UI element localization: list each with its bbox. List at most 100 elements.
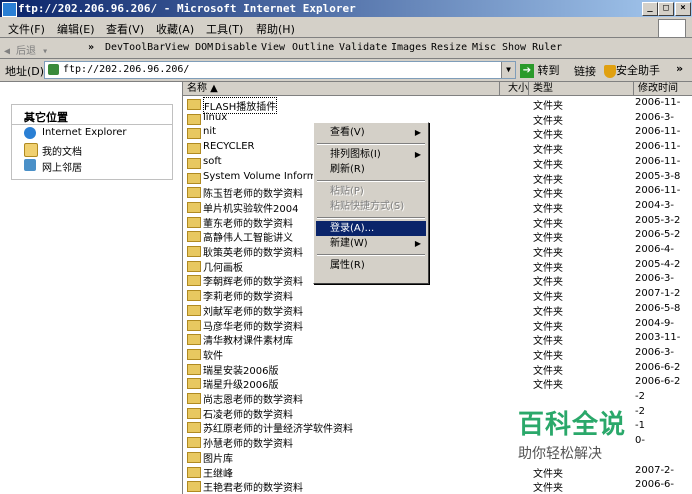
folder-icon	[187, 363, 201, 375]
file-type: 文件夹	[533, 483, 563, 494]
tb-disable[interactable]: Disable	[215, 42, 257, 53]
table-row[interactable]: 马彦华老师的数学资料 文件夹 2004-9-	[183, 317, 692, 333]
place-network[interactable]: 网上邻居	[12, 157, 172, 174]
address-chevron-icon[interactable]: »	[676, 62, 683, 75]
context-menu-label: 粘贴(P)	[330, 186, 364, 197]
other-places-panel: 其它位置 ︽ Internet Explorer 我的文档 网上邻居	[11, 104, 173, 180]
tb-resize[interactable]: Resize	[431, 42, 467, 53]
security-helper-button[interactable]: 安全助手	[604, 62, 660, 78]
table-row[interactable]: 王继峰 文件夹 2007-2-	[183, 464, 692, 480]
menu-view[interactable]: 查看(V)	[106, 21, 144, 37]
table-row[interactable]: System Volume Informa 文件夹 2005-3-8	[183, 170, 692, 186]
table-row[interactable]: 李莉老师的数学资料 文件夹 2007-1-2	[183, 287, 692, 303]
table-row[interactable]: RECYCLER 文件夹 2006-11-	[183, 140, 692, 156]
context-menu-label: 排列图标(I)	[330, 149, 381, 160]
place-my-documents[interactable]: 我的文档	[12, 141, 172, 158]
table-row[interactable]: soft 文件夹 2006-11-	[183, 155, 692, 171]
menu-separator	[317, 254, 425, 256]
tb-devtoolbar[interactable]: DevToolBar	[105, 42, 165, 53]
context-menu-item[interactable]: 属性(R)	[316, 258, 426, 273]
menu-file[interactable]: 文件(F)	[8, 21, 45, 37]
file-date: 2006-3-	[635, 346, 675, 358]
column-name[interactable]: 名称 ▲	[183, 82, 500, 95]
table-row[interactable]: linux 文件夹 2006-3-	[183, 111, 692, 127]
file-date: 2006-11-	[635, 185, 681, 197]
table-row[interactable]: 王艳君老师的数学资料 文件夹 2006-6-	[183, 478, 692, 494]
table-row[interactable]: 董东老师的数学资料 文件夹 2005-3-2	[183, 214, 692, 230]
folder-icon	[187, 393, 201, 404]
place-internet-explorer[interactable]: Internet Explorer	[12, 125, 172, 141]
folder-icon	[187, 128, 201, 140]
context-menu-item[interactable]: 登录(A)...	[316, 221, 426, 236]
tb-images[interactable]: Images	[391, 42, 427, 53]
go-button[interactable]: ➔ 转到	[520, 62, 560, 78]
watermark-title: 百科全说	[518, 410, 627, 440]
submenu-arrow-icon: ▶	[414, 150, 421, 159]
column-type-label: 类型	[533, 83, 553, 94]
context-menu-item[interactable]: 粘贴快捷方式(S)	[316, 199, 426, 214]
table-row[interactable]: 软件 文件夹 2006-3-	[183, 346, 692, 362]
menu-help[interactable]: 帮助(H)	[256, 21, 295, 37]
table-row[interactable]: 清华教材课件素材库 文件夹 2003-11-	[183, 331, 692, 347]
title-bar: ftp://202.206.96.206/ - Microsoft Intern…	[0, 0, 692, 17]
minimize-button[interactable]: _	[642, 2, 658, 16]
window-title: ftp://202.206.96.206/ - Microsoft Intern…	[18, 2, 356, 15]
table-row[interactable]: 单片机实验软件2004 文件夹 2004-3-	[183, 199, 692, 215]
file-date: 2006-6-2	[635, 361, 681, 373]
context-menu-item[interactable]: 新建(W) ▶	[316, 236, 426, 251]
file-date: 2006-11-	[635, 126, 681, 138]
file-date: 2004-9-	[635, 317, 675, 329]
table-row[interactable]: FLASH播放插件 文件夹 2006-11-	[183, 96, 692, 114]
folder-icon	[187, 304, 201, 316]
column-modified[interactable]: 修改时间	[634, 82, 692, 95]
file-date: 2006-6-2	[635, 376, 681, 388]
place-label: 网上邻居	[42, 163, 82, 174]
back-label: 后退	[16, 46, 37, 57]
file-date: 2005-4-2	[635, 258, 681, 270]
table-row[interactable]: 几何画板 文件夹 2005-4-2	[183, 258, 692, 274]
table-row[interactable]: 陈玉哲老师的数学资料 文件夹 2006-11-	[183, 184, 692, 200]
back-button[interactable]: ◀ 后退 ▾	[4, 42, 48, 57]
menu-tools[interactable]: 工具(T)	[206, 21, 243, 37]
file-date: 2006-3-	[635, 111, 675, 123]
table-row[interactable]: 瑞星安装2006版 文件夹 2006-6-2	[183, 361, 692, 377]
address-dropdown-icon[interactable]: ▼	[501, 62, 515, 78]
context-menu-item[interactable]: 粘贴(P)	[316, 184, 426, 199]
folder-icon	[187, 172, 201, 184]
menu-favorites[interactable]: 收藏(A)	[156, 21, 194, 37]
column-type[interactable]: 类型	[529, 82, 634, 95]
tb-outline[interactable]: Outline	[292, 42, 334, 53]
table-row[interactable]: 尚志恩老师的数学资料 -2	[183, 390, 692, 406]
menu-separator	[317, 143, 425, 145]
file-name: nit	[203, 126, 217, 138]
tb-view-dom[interactable]: View DOM	[165, 42, 213, 53]
table-row[interactable]: nit 文件夹 2006-11-	[183, 125, 692, 141]
file-name: System Volume Informa	[203, 170, 323, 182]
close-button[interactable]: ×	[675, 2, 691, 16]
table-row[interactable]: 刘献军老师的数学资料 文件夹 2006-5-8	[183, 302, 692, 318]
place-label: 我的文档	[42, 147, 82, 158]
table-row[interactable]: 瑞星升级2006版 文件夹 2006-6-2	[183, 375, 692, 391]
address-input[interactable]: ftp://202.206.96.206/ ▼	[44, 61, 516, 79]
maximize-button[interactable]: □	[658, 2, 674, 16]
context-menu-item[interactable]: 查看(V) ▶	[316, 125, 426, 140]
collapse-icon[interactable]: ︽	[24, 108, 166, 123]
windows-logo-icon	[658, 19, 686, 38]
submenu-arrow-icon: ▶	[414, 128, 421, 137]
tb-misc[interactable]: Misc	[472, 42, 496, 53]
links-button[interactable]: 链接	[574, 63, 596, 79]
table-row[interactable]: 高静伟人工智能讲义 文件夹 2006-5-2	[183, 228, 692, 244]
tb-view[interactable]: View	[261, 42, 285, 53]
table-row[interactable]: 李朝辉老师的数学资料 文件夹 2006-3-	[183, 272, 692, 288]
other-places-header[interactable]: 其它位置 ︽	[12, 105, 172, 125]
folder-icon	[187, 157, 201, 169]
task-pane: 其它位置 ︽ Internet Explorer 我的文档 网上邻居	[0, 82, 180, 494]
tb-validate[interactable]: Validate	[339, 42, 387, 53]
context-menu-item[interactable]: 排列图标(I) ▶	[316, 147, 426, 162]
context-menu-item[interactable]: 刷新(R)	[316, 162, 426, 177]
column-size[interactable]: 大小	[500, 82, 529, 95]
table-row[interactable]: 耿策英老师的数学资料 文件夹 2006-4-	[183, 243, 692, 259]
toolbar-chevron-icon[interactable]: »	[88, 42, 94, 53]
tb-show-ruler[interactable]: Show Ruler	[502, 42, 562, 53]
menu-edit[interactable]: 编辑(E)	[57, 21, 95, 37]
